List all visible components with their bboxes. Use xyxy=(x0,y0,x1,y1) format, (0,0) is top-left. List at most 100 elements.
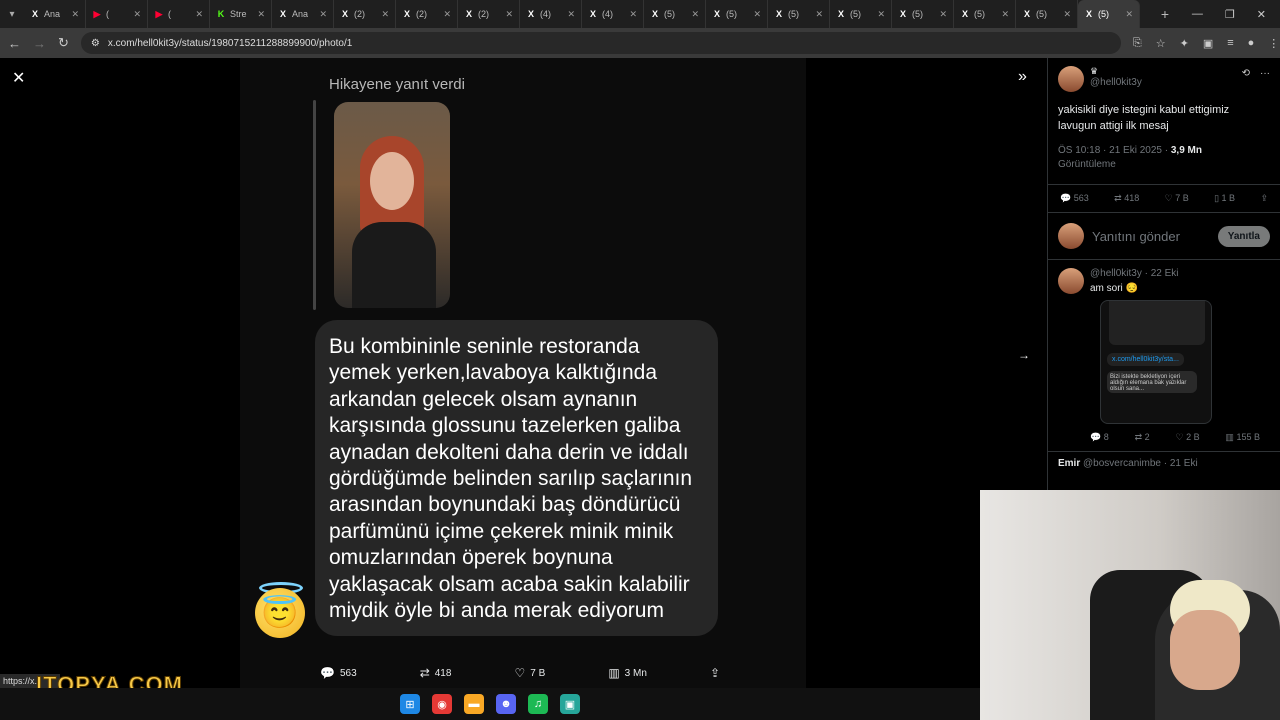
discord-icon[interactable]: ☻ xyxy=(496,694,516,714)
reply-repost-count: 2 xyxy=(1144,432,1150,442)
tab-close-icon[interactable]: ✕ xyxy=(815,9,823,20)
reply-like-stat[interactable]: ♡ 2 B xyxy=(1175,432,1199,443)
tweet-meta: ÖS 10:18 · 21 Eki 2025 · 3,9 Mn Görüntül… xyxy=(1048,134,1280,172)
reply-views-stat[interactable]: ▥ 155 B xyxy=(1225,432,1260,443)
tab-close-icon[interactable]: ✕ xyxy=(257,9,265,20)
avatar[interactable] xyxy=(1058,66,1084,92)
spotify-icon[interactable]: ♫ xyxy=(528,694,548,714)
tab-5[interactable]: X (2) ✕ xyxy=(334,0,396,28)
like-button[interactable]: ♡ 7 B xyxy=(514,666,545,680)
bookmark-stat[interactable]: ▯ 1 B xyxy=(1214,193,1235,204)
tab-close-icon[interactable]: ✕ xyxy=(319,9,327,20)
tab-1[interactable]: ▶ (✕ xyxy=(86,0,148,28)
install-icon[interactable]: ⎘ xyxy=(1133,37,1142,50)
reply-avatar[interactable] xyxy=(1058,268,1084,294)
grok-icon[interactable]: ⟲ xyxy=(1242,68,1250,92)
tab-16[interactable]: X (5) ✕ xyxy=(1016,0,1078,28)
views-button[interactable]: ▥ 3 Mn xyxy=(608,666,647,680)
x-icon: X xyxy=(31,9,38,19)
reply-repost-stat[interactable]: ⇄ 2 xyxy=(1135,432,1150,443)
tab-13[interactable]: X (5) ✕ xyxy=(830,0,892,28)
extension-icon[interactable]: ✦ xyxy=(1180,37,1189,50)
app-icon[interactable]: ▣ xyxy=(560,694,580,714)
tab-close-icon[interactable]: ✕ xyxy=(195,9,203,20)
tab-10[interactable]: X (5) ✕ xyxy=(644,0,706,28)
next-photo-icon[interactable]: → xyxy=(1018,348,1030,362)
tab-14[interactable]: X (5) ✕ xyxy=(892,0,954,28)
share-icon[interactable]: ⇪ xyxy=(1260,193,1268,204)
tab-9[interactable]: X (4) ✕ xyxy=(582,0,644,28)
reply-item[interactable]: @hell0kit3y · 22 Eki am sori 😔 x.com/hel… xyxy=(1048,260,1280,451)
back-icon[interactable]: ← xyxy=(8,36,21,51)
new-tab-button[interactable]: + xyxy=(1152,6,1178,22)
tab-7[interactable]: X (2) ✕ xyxy=(458,0,520,28)
tab-15[interactable]: X (5) ✕ xyxy=(954,0,1016,28)
reply-stat[interactable]: 💬 563 xyxy=(1060,193,1089,204)
tab-close-icon[interactable]: ✕ xyxy=(753,9,761,20)
menu-icon[interactable]: ⋮ xyxy=(1268,37,1279,50)
minimize-icon[interactable]: — xyxy=(1192,8,1203,21)
tab-close-icon[interactable]: ✕ xyxy=(505,9,513,20)
share-button[interactable]: ⇪ xyxy=(710,666,720,680)
tab-8[interactable]: X (4) ✕ xyxy=(520,0,582,28)
story-thumbnail[interactable] xyxy=(334,102,450,308)
tab-4[interactable]: X Ana ✕ xyxy=(272,0,334,28)
like-stat[interactable]: ♡ 7 B xyxy=(1165,193,1189,204)
tab-close-icon[interactable]: ✕ xyxy=(877,9,885,20)
reply-image[interactable]: x.com/hell0kit3y/sta... Bizi istekte bek… xyxy=(1100,300,1212,424)
forward-icon[interactable]: → xyxy=(33,36,46,51)
more-icon[interactable]: ··· xyxy=(1260,68,1270,92)
tab-close-icon[interactable]: ✕ xyxy=(1063,9,1071,20)
author-handle[interactable]: @hell0kit3y xyxy=(1090,77,1142,88)
youtube-icon: ▶ xyxy=(93,8,101,19)
reply-input[interactable]: Yanıtını gönder xyxy=(1092,229,1210,244)
author-actions: ⟲ ··· xyxy=(1242,68,1270,92)
tab-3[interactable]: K Stre ✕ xyxy=(210,0,272,28)
story-dress xyxy=(352,222,436,308)
windows-start-icon[interactable]: ⊞ xyxy=(400,694,420,714)
reply-button[interactable]: 💬 563 xyxy=(320,666,357,680)
reply-item-2[interactable]: Emir @bosvercanimbe · 21 Eki xyxy=(1048,451,1280,475)
reply-reply-stat[interactable]: 💬 8 xyxy=(1090,432,1109,443)
site-info-icon[interactable]: ⚙ xyxy=(91,38,100,49)
profile-avatar[interactable]: ● xyxy=(1248,37,1255,50)
tab-close-icon[interactable]: ✕ xyxy=(133,9,141,20)
restore-icon[interactable]: ❐ xyxy=(1225,8,1235,21)
close-window-icon[interactable]: ✕ xyxy=(1257,8,1266,21)
repost-stat[interactable]: ⇄ 418 xyxy=(1114,193,1139,204)
tweet-views: 3,9 Mn xyxy=(1170,145,1202,156)
tab-close-icon[interactable]: ✕ xyxy=(567,9,575,20)
tab-close-icon[interactable]: ✕ xyxy=(443,9,451,20)
tab-close-icon[interactable]: ✕ xyxy=(1125,9,1133,20)
reload-icon[interactable]: ↻ xyxy=(58,35,69,51)
tab-11[interactable]: X (5) ✕ xyxy=(706,0,768,28)
tweet-time[interactable]: ÖS 10:18 · 21 Eki 2025 · xyxy=(1058,145,1168,156)
url-field[interactable]: ⚙ x.com/hell0kit3y/status/19807152112888… xyxy=(80,32,1121,54)
tab-search-icon[interactable]: ▾ xyxy=(0,0,24,28)
folder-icon[interactable]: ▬ xyxy=(464,694,484,714)
tab-17[interactable]: X (5) ✕ xyxy=(1078,0,1140,28)
tab-close-icon[interactable]: ✕ xyxy=(1001,9,1009,20)
tab-close-icon[interactable]: ✕ xyxy=(939,9,947,20)
chrome-icon[interactable]: ◉ xyxy=(432,694,452,714)
collapse-sidebar-icon[interactable]: » xyxy=(1018,68,1027,86)
tab-0[interactable]: X Ana ✕ xyxy=(24,0,86,28)
repost-button[interactable]: ⇄ 418 xyxy=(420,666,452,680)
reply-submit-button[interactable]: Yanıtla xyxy=(1217,225,1270,247)
views-label: Görüntüleme xyxy=(1058,159,1116,170)
tab-close-icon[interactable]: ✕ xyxy=(629,9,637,20)
tab-12[interactable]: X (5) ✕ xyxy=(768,0,830,28)
tab-close-icon[interactable]: ✕ xyxy=(691,9,699,20)
reply2-handle: @bosvercanimbe · 21 Eki xyxy=(1083,458,1198,469)
tab-6[interactable]: X (2) ✕ xyxy=(396,0,458,28)
tab-close-icon[interactable]: ✕ xyxy=(71,9,79,20)
close-icon[interactable]: ✕ xyxy=(12,68,25,88)
tab-close-icon[interactable]: ✕ xyxy=(381,9,389,20)
tweet-photo[interactable]: Hikayene yanıt verdi Bu kombininle senin… xyxy=(255,58,795,658)
bookmark-star-icon[interactable]: ☆ xyxy=(1156,37,1166,50)
puzzle-icon[interactable]: ▣ xyxy=(1203,37,1213,50)
reply-stats: 💬 8 ⇄ 2 ♡ 2 B ▥ 155 B xyxy=(1090,424,1260,443)
webcam-overlay xyxy=(980,490,1280,720)
tab-2[interactable]: ▶ (✕ xyxy=(148,0,210,28)
reading-list-icon[interactable]: ≡ xyxy=(1227,37,1233,50)
